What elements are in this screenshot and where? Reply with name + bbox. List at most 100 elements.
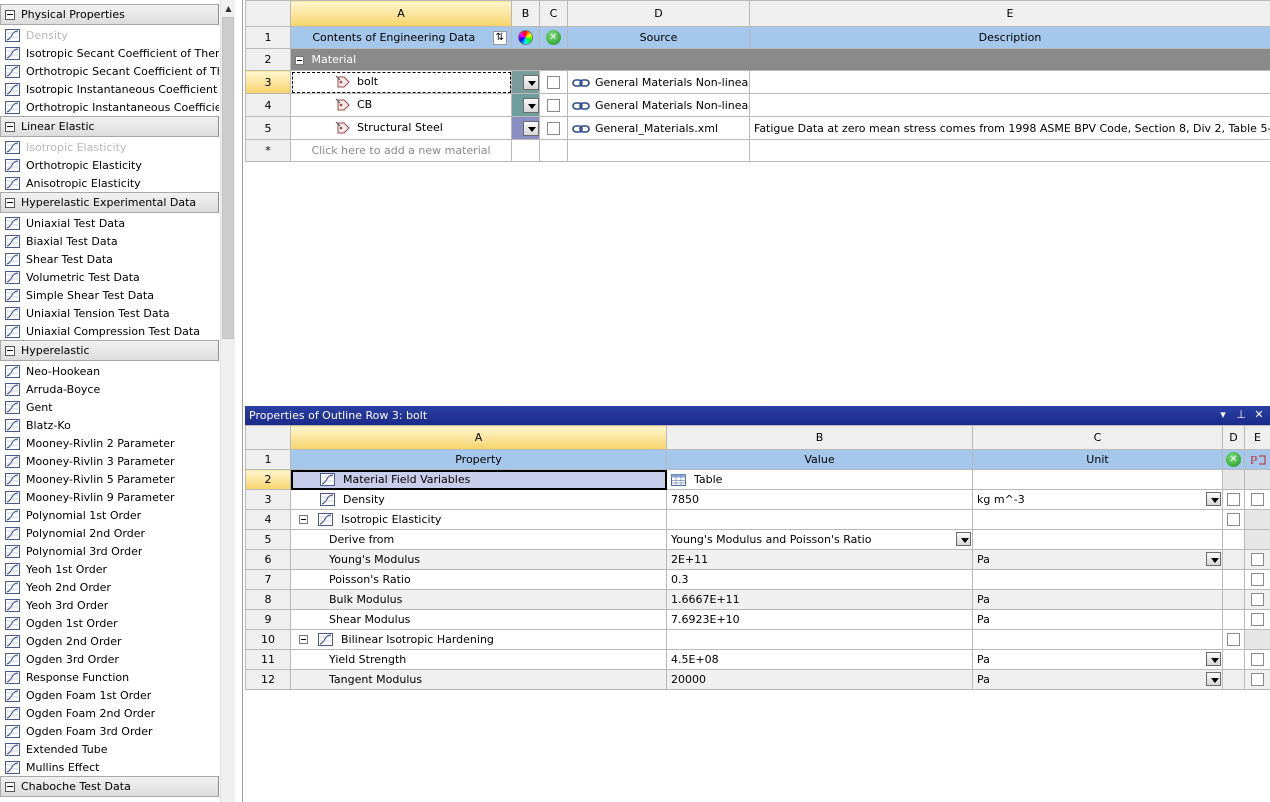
collapse-icon[interactable] (5, 9, 15, 20)
material-row[interactable]: 3 bolt General Materials Non-linear.xml (245, 70, 1270, 94)
suppress-checkbox[interactable] (1227, 493, 1240, 507)
toolbox-item[interactable]: Response Function (0, 668, 219, 686)
property-name-cell[interactable]: Shear Modulus (290, 609, 667, 630)
material-name-cell[interactable]: bolt (290, 70, 512, 94)
property-value-cell[interactable]: Young's Modulus and Poisson's Ratio (666, 529, 973, 550)
parameter-checkbox[interactable] (1251, 673, 1264, 687)
toolbox-item[interactable]: Yeoh 2nd Order (0, 578, 219, 596)
material-name-cell[interactable]: CB (290, 93, 512, 117)
toolbox-group-header[interactable]: Physical Properties (0, 4, 219, 25)
property-name-cell[interactable]: Material Field Variables (290, 469, 667, 490)
property-name-cell[interactable]: Tangent Modulus (290, 669, 667, 690)
unit-dropdown-button[interactable] (1206, 552, 1221, 566)
sort-icon[interactable]: ⇅ (492, 30, 507, 45)
collapse-icon[interactable] (5, 121, 15, 132)
suppress-checkbox[interactable] (1227, 513, 1240, 527)
toolbox-item[interactable]: Ogden Foam 1st Order (0, 686, 219, 704)
toolbox-item[interactable]: Uniaxial Tension Test Data (0, 304, 219, 322)
material-color-cell[interactable] (511, 93, 540, 117)
color-dropdown-button[interactable] (523, 97, 539, 113)
material-group-cell[interactable]: Material (290, 48, 1270, 71)
toolbox-item[interactable]: Gent (0, 398, 219, 416)
color-dropdown-button[interactable] (523, 74, 539, 90)
property-unit-cell[interactable] (972, 529, 1223, 550)
toolbox-item[interactable]: Orthotropic Elasticity (0, 156, 219, 174)
toolbox-group-header[interactable]: Hyperelastic (0, 340, 219, 361)
property-row[interactable]: 10 Bilinear Isotropic Hardening (245, 629, 1270, 650)
toolbox-item[interactable]: Ogden 3rd Order (0, 650, 219, 668)
toolbox-item[interactable]: Biaxial Test Data (0, 232, 219, 250)
unit-dropdown-button[interactable] (1206, 652, 1221, 666)
suppress-checkbox[interactable] (547, 98, 560, 112)
property-value-cell[interactable] (666, 509, 973, 530)
toolbox-item[interactable]: Mullins Effect (0, 758, 219, 776)
toolbox-item[interactable]: Isotropic Secant Coefficient of Therma (0, 44, 219, 62)
property-value-cell[interactable]: 4.5E+08 (666, 649, 973, 670)
property-unit-cell[interactable] (972, 509, 1223, 530)
material-color-cell[interactable] (511, 70, 540, 94)
collapse-icon[interactable] (299, 515, 308, 525)
column-header-a[interactable]: A (290, 0, 512, 27)
property-unit-cell[interactable]: Pa (972, 609, 1223, 630)
toolbox-item[interactable]: Blatz-Ko (0, 416, 219, 434)
toolbox-item[interactable]: Polynomial 2nd Order (0, 524, 219, 542)
property-row[interactable]: 5 Derive from Young's Modulus and Poisson'… (245, 529, 1270, 550)
column-header-a[interactable]: A (290, 425, 667, 450)
toolbox-group-header[interactable]: Chaboche Test Data (0, 776, 219, 797)
parameter-checkbox[interactable] (1251, 613, 1264, 627)
scrollbar-thumb[interactable] (222, 17, 234, 339)
toolbox-item[interactable]: Mooney-Rivlin 3 Parameter (0, 452, 219, 470)
toolbox-item[interactable]: Mooney-Rivlin 2 Parameter (0, 434, 219, 452)
toolbox-item[interactable]: Arruda-Boyce (0, 380, 219, 398)
toolbox-item[interactable]: Uniaxial Test Data (0, 214, 219, 232)
property-name-cell[interactable]: Young's Modulus (290, 549, 667, 570)
property-row[interactable]: 8 Bulk Modulus 1.6667E+11 Pa (245, 589, 1270, 610)
toolbox-item[interactable]: Isotropic Instantaneous Coefficient o (0, 80, 219, 98)
column-header-c[interactable]: C (539, 0, 568, 27)
property-name-cell[interactable]: Density (290, 489, 667, 510)
property-value-cell[interactable]: 7850 (666, 489, 973, 510)
column-header-e[interactable]: E (1244, 425, 1270, 450)
toolbox-item[interactable]: Mooney-Rivlin 9 Parameter (0, 488, 219, 506)
property-row[interactable]: 12 Tangent Modulus 20000 Pa (245, 669, 1270, 690)
property-name-cell[interactable]: Poisson's Ratio (290, 569, 667, 590)
panel-menu-icon[interactable]: ▾ (1216, 408, 1230, 422)
toolbox-item[interactable]: Ogden 2nd Order (0, 632, 219, 650)
scroll-up-arrow-icon[interactable]: ▲ (221, 0, 236, 16)
material-row[interactable]: 5 Structural Steel General_Materials.xml Fa… (245, 116, 1270, 140)
property-row[interactable]: 7 Poisson's Ratio 0.3 (245, 569, 1270, 590)
toolbox-item[interactable]: Polynomial 1st Order (0, 506, 219, 524)
property-name-cell[interactable]: Bulk Modulus (290, 589, 667, 610)
color-dropdown-button[interactable] (523, 120, 539, 136)
parameter-checkbox[interactable] (1251, 573, 1264, 587)
suppress-checkbox[interactable] (547, 121, 560, 135)
property-value-cell[interactable]: 20000 (666, 669, 973, 690)
toolbox-item[interactable]: Orthotropic Secant Coefficient of Ther (0, 62, 219, 80)
suppress-checkbox[interactable] (1227, 633, 1240, 647)
collapse-icon[interactable] (295, 55, 304, 65)
property-unit-cell[interactable] (972, 629, 1223, 650)
collapse-icon[interactable] (5, 781, 15, 792)
material-color-cell[interactable] (511, 116, 540, 140)
property-row[interactable]: 9 Shear Modulus 7.6923E+10 Pa (245, 609, 1270, 630)
column-header-c[interactable]: C (972, 425, 1223, 450)
toolbox-item[interactable]: Extended Tube (0, 740, 219, 758)
parameter-checkbox[interactable] (1251, 553, 1264, 567)
property-value-cell[interactable]: 0.3 (666, 569, 973, 590)
property-name-cell[interactable]: Yield Strength (290, 649, 667, 670)
column-header-b[interactable]: B (666, 425, 973, 450)
toolbox-item[interactable]: Polynomial 3rd Order (0, 542, 219, 560)
property-unit-cell[interactable]: Pa (972, 669, 1223, 690)
property-name-cell[interactable]: Derive from (290, 529, 667, 550)
property-name-cell[interactable]: Isotropic Elasticity (290, 509, 667, 530)
property-row[interactable]: 2 Material Field Variables Table (245, 469, 1270, 490)
toolbox-item[interactable]: Neo-Hookean (0, 362, 219, 380)
add-material-cell[interactable]: Click here to add a new material (290, 139, 512, 162)
toolbox-item[interactable]: Yeoh 3rd Order (0, 596, 219, 614)
property-unit-cell[interactable]: Pa (972, 589, 1223, 610)
property-row[interactable]: 6 Young's Modulus 2E+11 Pa (245, 549, 1270, 570)
toolbox-item[interactable]: Volumetric Test Data (0, 268, 219, 286)
column-header-d[interactable]: D (1222, 425, 1245, 450)
collapse-icon[interactable] (5, 197, 15, 208)
collapse-icon[interactable] (299, 635, 308, 645)
